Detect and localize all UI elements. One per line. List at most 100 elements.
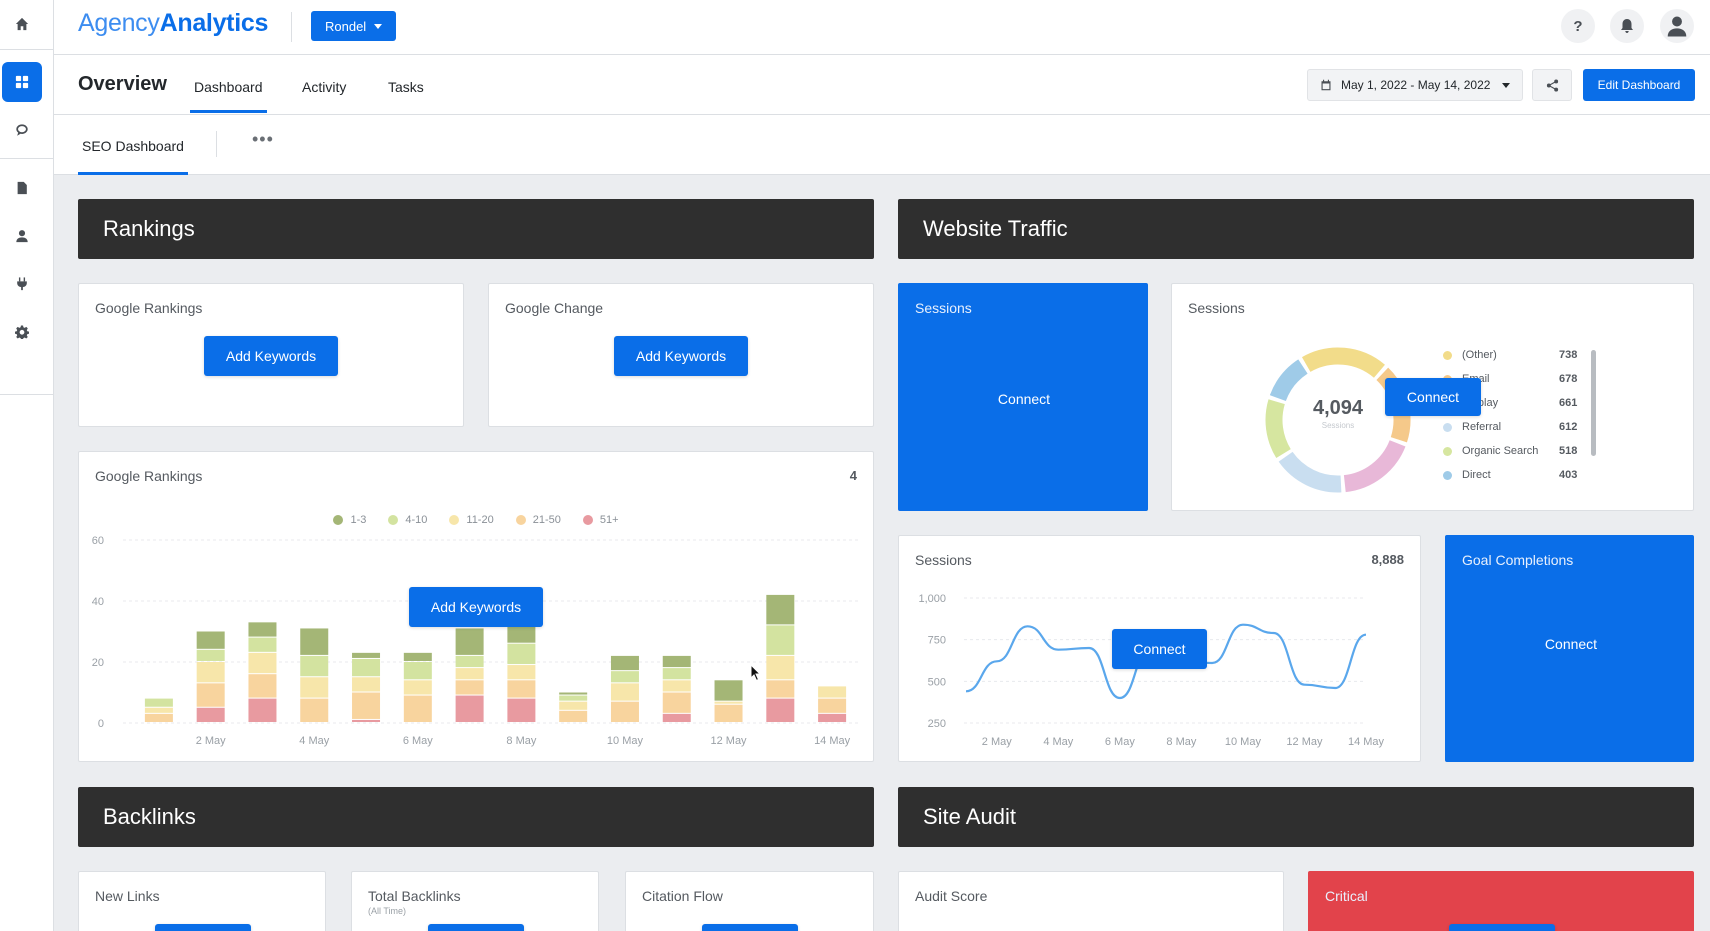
sidebar — [0, 0, 54, 931]
card-value: 4 — [849, 468, 857, 483]
donut-legend-item[interactable]: (Other) 738 — [1443, 349, 1583, 361]
active-subtab-indicator — [78, 172, 188, 175]
bar-segment — [559, 692, 588, 695]
bar-segment — [300, 628, 329, 655]
chat-icon[interactable] — [2, 110, 42, 150]
app-logo[interactable]: AgencyAnalytics — [78, 9, 268, 38]
rankings-bar-chart: 0 20 40 60 2 May 4 May 6 May 8 May 10 May 12 May 1… — [92, 535, 858, 747]
card-title: Sessions — [915, 552, 972, 568]
total-backlinks-card: Total Backlinks (All Time) — [351, 871, 599, 931]
connect-button[interactable] — [155, 924, 251, 931]
card-title: Citation Flow — [642, 888, 723, 904]
tab-activity[interactable]: Activity — [302, 79, 346, 95]
bar-segment — [455, 680, 484, 695]
bar-segment — [403, 695, 432, 722]
section-site-audit: Site Audit — [898, 787, 1694, 847]
sessions-line-chart: 250 500 750 1,000 2 May 4 May 6 May 8 May 10 May… — [918, 593, 1384, 748]
logo-light: Agency — [78, 9, 160, 37]
google-change-card: Google Change Add Keywords — [488, 283, 874, 427]
bar-segment — [818, 686, 847, 698]
calendar-icon — [1321, 79, 1331, 91]
audit-score-card: Audit Score — [898, 871, 1284, 931]
dashboard-icon[interactable] — [2, 62, 42, 102]
more-options-icon[interactable]: ••• — [252, 129, 274, 150]
plug-icon[interactable] — [2, 264, 42, 304]
home-icon[interactable] — [2, 4, 42, 44]
citation-flow-card: Citation Flow — [625, 871, 874, 931]
connect-button[interactable] — [1449, 924, 1555, 931]
bar-segment — [144, 713, 173, 722]
connect-button[interactable] — [702, 924, 798, 931]
bar-segment — [196, 649, 225, 661]
tab-dashboard[interactable]: Dashboard — [194, 79, 263, 95]
edit-dashboard-button[interactable]: Edit Dashboard — [1583, 69, 1695, 101]
donut-legend-item[interactable]: Direct 403 — [1443, 469, 1583, 481]
share-button[interactable] — [1532, 69, 1572, 101]
x-tick-label: 4 May — [1043, 736, 1073, 748]
donut-slice — [1278, 451, 1342, 493]
goal-completions-card: Goal Completions Connect — [1445, 535, 1694, 762]
connect-button[interactable]: Connect — [974, 384, 1074, 414]
page-title: Overview — [78, 73, 167, 95]
bar-segment — [455, 655, 484, 668]
bar-segment — [662, 655, 691, 668]
gear-icon[interactable] — [2, 312, 42, 352]
bar-segment — [766, 625, 795, 655]
donut-legend-item[interactable]: Organic Search 518 — [1443, 445, 1583, 457]
bar-segment — [352, 719, 381, 722]
donut-center-label: Sessions — [1321, 421, 1355, 430]
user-icon[interactable] — [2, 216, 42, 256]
x-tick-label: 4 May — [299, 735, 329, 747]
donut-legend-item[interactable]: Referral 612 — [1443, 421, 1583, 433]
donut-slice — [1343, 439, 1406, 493]
bar-segment — [352, 692, 381, 719]
bar-segment — [610, 701, 639, 722]
bar-segment — [559, 695, 588, 701]
help-button[interactable]: ? — [1561, 9, 1595, 43]
connect-button[interactable] — [428, 924, 524, 931]
date-range-picker[interactable]: May 1, 2022 - May 14, 2022 — [1307, 69, 1523, 101]
nav-bar: Overview Dashboard Activity Tasks May 1,… — [54, 55, 1710, 115]
notifications-button[interactable] — [1610, 9, 1644, 43]
bar-segment — [507, 680, 536, 698]
connect-button[interactable]: Connect — [1112, 629, 1207, 669]
legend-label: (Other) — [1462, 349, 1497, 361]
legend-label: Referral — [1462, 421, 1502, 433]
logo-divider — [291, 12, 292, 42]
y-tick-label: 750 — [928, 635, 946, 647]
card-title: Total Backlinks — [368, 888, 461, 904]
add-keywords-button[interactable]: Add Keywords — [614, 336, 748, 376]
report-icon[interactable] — [2, 168, 42, 208]
connect-button[interactable]: Connect — [1385, 378, 1481, 416]
bar-segment — [766, 655, 795, 680]
x-tick-label: 10 May — [607, 735, 644, 747]
x-tick-label: 8 May — [506, 735, 536, 747]
section-rankings: Rankings — [78, 199, 874, 259]
add-keywords-button[interactable]: Add Keywords — [204, 336, 338, 376]
connect-button[interactable]: Connect — [1521, 629, 1621, 659]
legend-value: 403 — [1559, 469, 1578, 481]
add-keywords-button[interactable]: Add Keywords — [409, 587, 543, 627]
bar-segment — [766, 698, 795, 722]
tab-seo-dashboard[interactable]: SEO Dashboard — [82, 138, 184, 154]
share-icon — [1546, 78, 1558, 92]
x-tick-label: 10 May — [1225, 736, 1262, 748]
x-tick-label: 12 May — [710, 735, 747, 747]
card-title: Audit Score — [915, 888, 988, 904]
bar-segment — [818, 713, 847, 722]
chevron-down-icon — [1502, 82, 1510, 88]
active-tab-indicator — [190, 110, 267, 113]
bar-segment — [300, 698, 329, 722]
bar-segment — [144, 707, 173, 713]
y-tick-label: 40 — [92, 596, 104, 608]
tab-tasks[interactable]: Tasks — [388, 79, 424, 95]
legend-scrollbar[interactable] — [1591, 350, 1596, 456]
bar-segment — [403, 652, 432, 661]
avatar[interactable] — [1660, 9, 1694, 43]
bar-segment — [766, 594, 795, 625]
bar-segment — [714, 680, 743, 701]
client-selector[interactable]: Rondel — [311, 11, 397, 41]
bar-segment — [766, 680, 795, 698]
y-tick-label: 500 — [928, 676, 946, 688]
sessions-donut-chart — [1265, 347, 1411, 493]
